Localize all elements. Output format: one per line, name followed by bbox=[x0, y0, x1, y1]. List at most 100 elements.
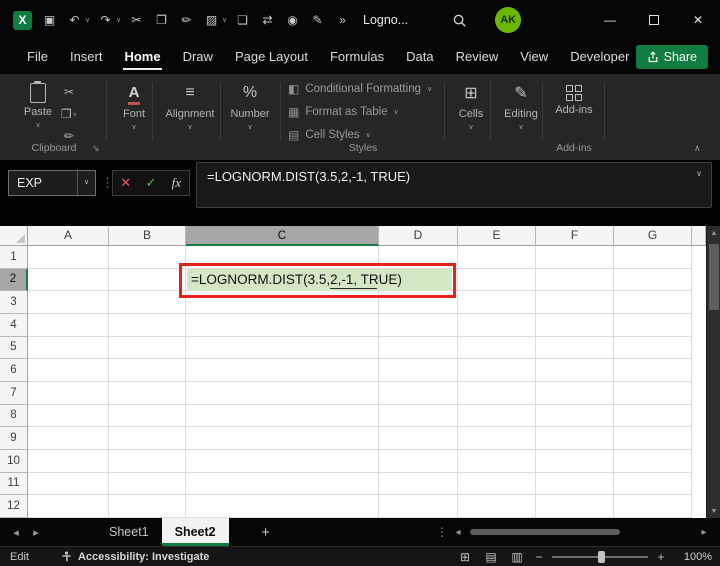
scroll-down-icon[interactable]: ▼ bbox=[707, 508, 720, 515]
grid-cell-E6[interactable] bbox=[458, 359, 536, 382]
select-all-corner[interactable] bbox=[0, 226, 28, 246]
tab-sheet1[interactable]: Sheet1 bbox=[96, 518, 162, 546]
maximize-button[interactable] bbox=[632, 0, 676, 40]
row-header-8[interactable]: 8 bbox=[0, 404, 28, 428]
copy-button[interactable]: ❐∨ bbox=[56, 104, 82, 124]
grid-cell-C12[interactable] bbox=[186, 495, 379, 518]
vertical-scrollbar-thumb[interactable] bbox=[709, 244, 719, 310]
row-header-4[interactable]: 4 bbox=[0, 314, 28, 337]
editing-group-button[interactable]: ✎ Editing ∨ bbox=[496, 81, 546, 131]
column-header-d[interactable]: D bbox=[379, 226, 458, 246]
grid-cell-G6[interactable] bbox=[614, 359, 692, 382]
grid-cell-F2[interactable] bbox=[536, 268, 614, 292]
tab-home[interactable]: Home bbox=[113, 40, 171, 74]
alignment-group-button[interactable]: ≡ Alignment ∨ bbox=[156, 81, 224, 131]
grid-cell-F6[interactable] bbox=[536, 359, 614, 382]
search-icon[interactable] bbox=[452, 13, 467, 28]
grid-cell-B1[interactable] bbox=[109, 246, 186, 269]
excel-logo-icon[interactable]: X bbox=[13, 10, 32, 30]
formula-input[interactable]: =LOGNORM.DIST(3.5,2,-1, TRUE) ∨ bbox=[196, 162, 712, 208]
grid-cell-A12[interactable] bbox=[28, 495, 109, 518]
grid-cell-F1[interactable] bbox=[536, 246, 614, 269]
zoom-slider-thumb[interactable] bbox=[598, 550, 605, 563]
grid-cell-E10[interactable] bbox=[458, 450, 536, 473]
grid-cell-D8[interactable] bbox=[379, 404, 458, 428]
grid-cell-C9[interactable] bbox=[186, 427, 379, 450]
addins-button[interactable]: Add-ins bbox=[548, 81, 600, 116]
column-header-g[interactable]: G bbox=[614, 226, 692, 246]
grid-cell-E4[interactable] bbox=[458, 314, 536, 337]
grid-cell-A9[interactable] bbox=[28, 427, 109, 450]
row-header-5[interactable]: 5 bbox=[0, 336, 28, 360]
row-header-3[interactable]: 3 bbox=[0, 291, 28, 314]
grid-cell-D6[interactable] bbox=[379, 359, 458, 382]
cut-icon[interactable]: ✂ bbox=[124, 7, 149, 33]
dropdown-chevron-icon[interactable]: ∨ bbox=[220, 16, 229, 24]
camera-icon[interactable]: ◉ bbox=[280, 7, 305, 33]
grid-cell-F12[interactable] bbox=[536, 495, 614, 518]
column-header-c[interactable]: C bbox=[186, 226, 379, 246]
scroll-left-icon[interactable]: ◂ bbox=[450, 527, 466, 538]
tab-view[interactable]: View bbox=[509, 40, 559, 74]
grid-cell-B4[interactable] bbox=[109, 314, 186, 337]
new-document-icon[interactable]: ❏ bbox=[230, 7, 255, 33]
close-button[interactable]: ✕ bbox=[676, 0, 720, 40]
scroll-right-icon[interactable]: ▸ bbox=[696, 527, 712, 538]
grid-cell-D7[interactable] bbox=[379, 382, 458, 405]
grid-cell-G1[interactable] bbox=[614, 246, 692, 269]
grid-cell-G2[interactable] bbox=[614, 268, 692, 292]
grid-cell-D12[interactable] bbox=[379, 495, 458, 518]
font-group-button[interactable]: A Font ∨ bbox=[112, 81, 156, 131]
vertical-scrollbar[interactable]: ▲ ▼ bbox=[706, 226, 720, 518]
column-header-e[interactable]: E bbox=[458, 226, 536, 246]
name-box-dropdown-icon[interactable]: ∨ bbox=[77, 171, 95, 195]
document-edit-icon[interactable]: ✎ bbox=[305, 7, 330, 33]
page-break-view-icon[interactable]: ▥ bbox=[504, 550, 530, 564]
add-sheet-button[interactable]: + bbox=[251, 524, 281, 541]
grid-cell-E1[interactable] bbox=[458, 246, 536, 269]
dropdown-chevron-icon[interactable]: ∨ bbox=[114, 16, 123, 24]
normal-view-icon[interactable]: ⊞ bbox=[452, 550, 478, 564]
row-header-12[interactable]: 12 bbox=[0, 495, 28, 518]
sheet-nav-right-icon[interactable]: ▸ bbox=[26, 526, 46, 539]
save-icon[interactable]: ▣ bbox=[37, 7, 62, 33]
conditional-formatting-button[interactable]: ◧ Conditional Formatting ∨ bbox=[288, 80, 432, 98]
column-header-b[interactable]: B bbox=[109, 226, 186, 246]
grid-cell-E2[interactable] bbox=[458, 268, 536, 292]
grid-cell-F8[interactable] bbox=[536, 404, 614, 428]
grid-cell-C5[interactable] bbox=[186, 336, 379, 360]
grid-cell-G10[interactable] bbox=[614, 450, 692, 473]
grid-cell-A7[interactable] bbox=[28, 382, 109, 405]
grid-cell-A11[interactable] bbox=[28, 472, 109, 496]
grid-cell-A4[interactable] bbox=[28, 314, 109, 337]
share-button[interactable]: Share bbox=[635, 45, 708, 69]
name-box[interactable]: EXP ∨ bbox=[8, 170, 96, 196]
more-commands-icon[interactable]: » bbox=[330, 7, 355, 33]
grid-cell-G7[interactable] bbox=[614, 382, 692, 405]
grid-cell-G3[interactable] bbox=[614, 291, 692, 314]
grid-cell-B6[interactable] bbox=[109, 359, 186, 382]
grid-cell-A1[interactable] bbox=[28, 246, 109, 269]
grid-cell-G5[interactable] bbox=[614, 336, 692, 360]
grid-cell-B5[interactable] bbox=[109, 336, 186, 360]
tab-formulas[interactable]: Formulas bbox=[319, 40, 395, 74]
grid-cell-F11[interactable] bbox=[536, 472, 614, 496]
grid-cell-B10[interactable] bbox=[109, 450, 186, 473]
horizontal-scrollbar[interactable]: ◂ ▸ bbox=[450, 527, 712, 538]
grid-cell-F3[interactable] bbox=[536, 291, 614, 314]
sheet-nav-left-icon[interactable]: ◂ bbox=[6, 526, 26, 539]
tab-developer[interactable]: Developer bbox=[559, 40, 640, 74]
grid-cell-E9[interactable] bbox=[458, 427, 536, 450]
grid-cell-G11[interactable] bbox=[614, 472, 692, 496]
format-painter-icon[interactable]: ✏ bbox=[174, 7, 199, 33]
dropdown-chevron-icon[interactable]: ∨ bbox=[83, 16, 92, 24]
grid-cell-G8[interactable] bbox=[614, 404, 692, 428]
grid-cell-D11[interactable] bbox=[379, 472, 458, 496]
grid-cell-E5[interactable] bbox=[458, 336, 536, 360]
tab-review[interactable]: Review bbox=[445, 40, 510, 74]
grid-cell-B8[interactable] bbox=[109, 404, 186, 428]
grid-cell-E3[interactable] bbox=[458, 291, 536, 314]
grid-cell-F5[interactable] bbox=[536, 336, 614, 360]
zoom-in-button[interactable]: + bbox=[652, 550, 670, 564]
column-header-f[interactable]: F bbox=[536, 226, 614, 246]
